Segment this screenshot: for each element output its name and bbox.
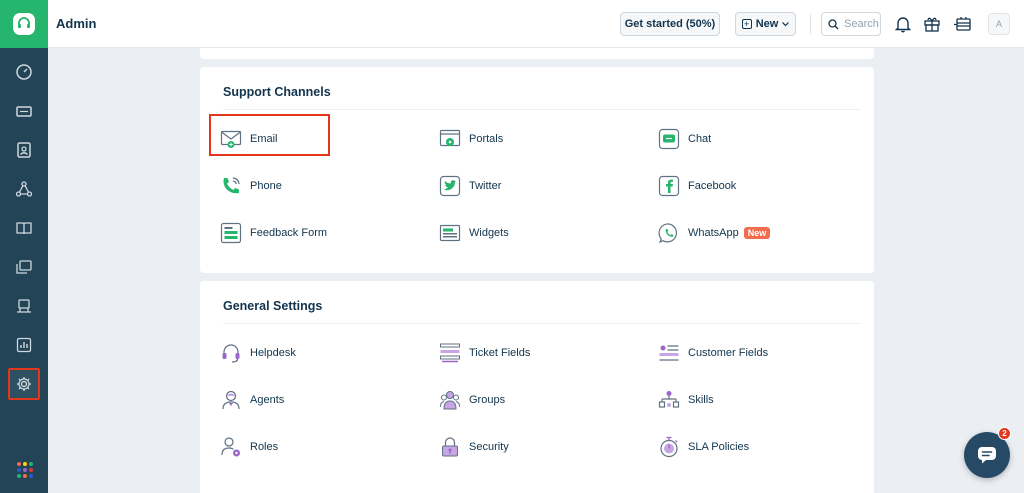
setting-security[interactable]: Security	[439, 432, 509, 462]
setting-ticket-fields[interactable]: Ticket Fields	[439, 338, 530, 368]
twitter-icon	[439, 175, 461, 197]
search-icon	[828, 18, 839, 29]
portals-icon	[439, 128, 461, 150]
support-channels-panel: Support Channels Email Portals Chat Phon…	[200, 67, 874, 273]
setting-sla-policies[interactable]: SLA Policies	[658, 432, 749, 462]
previous-panel-bottom	[200, 48, 874, 59]
setting-label: Roles	[250, 441, 279, 453]
channel-portals[interactable]: Portals	[439, 124, 503, 154]
header-divider	[810, 14, 811, 34]
search-input[interactable]: Search	[821, 12, 881, 36]
setting-label: Agents	[250, 394, 285, 406]
setting-label: Ticket Fields	[469, 347, 531, 359]
channel-label: Phone	[250, 180, 282, 192]
top-header: Admin Get started (50%) + New Search A	[48, 0, 1024, 48]
knowledge-base-icon[interactable]	[12, 216, 36, 240]
panel-divider	[223, 323, 861, 324]
channel-label: Facebook	[688, 180, 737, 192]
channel-twitter[interactable]: Twitter	[439, 171, 501, 201]
chat-bubble-icon	[978, 447, 996, 464]
setting-roles[interactable]: Roles	[220, 432, 278, 462]
new-button-label: New	[755, 18, 779, 30]
channel-whatsapp[interactable]: WhatsApp New	[658, 218, 771, 248]
chat-notification-badge: 2	[998, 427, 1011, 440]
gift-icon[interactable]	[922, 14, 942, 34]
forums-icon[interactable]	[12, 255, 36, 279]
setting-helpdesk[interactable]: Helpdesk	[220, 338, 296, 368]
marketplace-icon[interactable]	[953, 14, 973, 34]
channel-feedback-form[interactable]: Feedback Form	[220, 218, 327, 248]
groups-nav-icon[interactable]	[12, 177, 36, 201]
automation-icon[interactable]	[12, 294, 36, 318]
chat-icon	[658, 128, 680, 150]
skills-icon	[658, 389, 680, 411]
widgets-icon	[439, 222, 461, 244]
get-started-button[interactable]: Get started (50%)	[620, 12, 720, 36]
setting-label: Customer Fields	[688, 347, 769, 359]
search-placeholder: Search	[844, 18, 879, 30]
contacts-icon[interactable]	[12, 138, 36, 162]
dashboard-icon[interactable]	[12, 60, 36, 84]
setting-label: Groups	[469, 394, 506, 406]
notifications-bell-icon[interactable]	[893, 14, 913, 34]
channel-email[interactable]: Email	[220, 124, 278, 154]
feedback-form-icon	[220, 222, 242, 244]
setting-label: Security	[469, 441, 509, 453]
panel-divider	[223, 109, 861, 110]
agent-icon	[220, 389, 242, 411]
roles-icon	[220, 436, 242, 458]
channel-chat[interactable]: Chat	[658, 124, 711, 154]
lock-icon	[439, 436, 461, 458]
admin-settings-gear-icon[interactable]	[8, 368, 40, 400]
setting-label: SLA Policies	[688, 441, 750, 453]
whatsapp-icon	[658, 222, 680, 244]
setting-skills[interactable]: Skills	[658, 385, 714, 415]
setting-label: Helpdesk	[250, 347, 296, 359]
channel-label: Twitter	[469, 180, 502, 192]
channel-widgets[interactable]: Widgets	[439, 218, 509, 248]
chevron-down-icon	[782, 21, 790, 26]
user-avatar[interactable]: A	[988, 13, 1010, 35]
page-title: Admin	[56, 16, 97, 31]
general-settings-panel: General Settings Helpdesk Ticket Fields …	[200, 281, 874, 493]
channel-label: Portals	[469, 133, 504, 145]
stopwatch-icon	[658, 436, 680, 458]
setting-customer-fields[interactable]: Customer Fields	[658, 338, 768, 368]
new-button[interactable]: + New	[735, 12, 796, 36]
channel-label: Widgets	[469, 227, 509, 239]
freshdesk-logo[interactable]	[0, 0, 48, 48]
tickets-icon[interactable]	[12, 99, 36, 123]
customer-fields-icon	[658, 342, 680, 364]
channel-label: Chat	[688, 133, 712, 145]
support-channels-title: Support Channels	[223, 85, 331, 99]
email-icon	[220, 128, 242, 150]
channel-facebook[interactable]: Facebook	[658, 171, 736, 201]
general-settings-title: General Settings	[223, 299, 323, 313]
phone-icon	[220, 175, 242, 197]
groups-icon	[439, 389, 461, 411]
sidebar	[0, 0, 48, 493]
channel-label: Email	[250, 133, 278, 145]
plus-icon: +	[741, 19, 752, 29]
ticket-fields-icon	[439, 342, 461, 364]
setting-agents[interactable]: Agents	[220, 385, 284, 415]
setting-label: Skills	[688, 394, 714, 406]
apps-grid-icon[interactable]	[17, 462, 33, 478]
headset-icon	[220, 342, 242, 364]
reports-icon[interactable]	[12, 333, 36, 357]
facebook-icon	[658, 175, 680, 197]
channel-label: Feedback Form	[250, 227, 328, 239]
new-badge: New	[743, 227, 771, 239]
channel-label: WhatsApp	[688, 227, 739, 239]
channel-phone[interactable]: Phone	[220, 171, 282, 201]
setting-groups[interactable]: Groups	[439, 385, 505, 415]
